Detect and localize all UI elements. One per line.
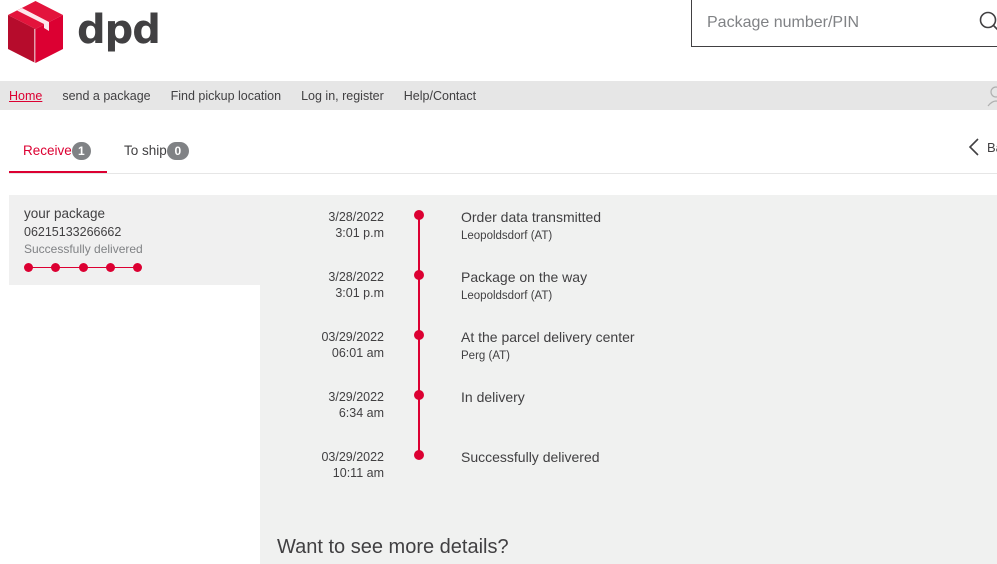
event-time: 3:01 p.m xyxy=(335,226,384,240)
package-number: 06215133266662 xyxy=(24,225,122,239)
timeline-dot xyxy=(414,330,424,340)
dpd-cube-logo-icon xyxy=(8,1,63,63)
package-summary-card[interactable]: your package 06215133266662 Successfully… xyxy=(9,195,260,285)
progress-step xyxy=(133,263,142,272)
event-location: Leopoldsdorf (AT) xyxy=(461,230,553,242)
timeline-dot xyxy=(414,450,424,460)
event-time: 06:01 am xyxy=(331,346,384,360)
event-title: Package on the way xyxy=(461,269,588,285)
progress-step xyxy=(106,263,115,272)
timeline-dot xyxy=(414,210,424,220)
progress-step xyxy=(24,263,33,272)
tab-to-ship[interactable]: To ship 0 xyxy=(107,132,189,173)
nav-help-contact[interactable]: Help/Contact xyxy=(404,89,476,103)
tab-receive-label: Receive xyxy=(23,143,72,158)
event-title: Successfully delivered xyxy=(461,449,600,465)
event-date: 03/29/2022 xyxy=(321,450,384,464)
chevron-left-icon xyxy=(968,138,979,156)
back-label: Ba xyxy=(987,139,997,155)
nav-home[interactable]: Home xyxy=(9,89,42,103)
event-date: 03/29/2022 xyxy=(321,330,384,344)
shipment-tabs: Receive 1 To ship 0 xyxy=(9,132,189,173)
package-progress xyxy=(24,263,144,273)
tracking-event: 3/28/2022 3:01 p.m Package on the way Leo… xyxy=(260,255,997,315)
tracking-event: 3/29/2022 6:34 am In delivery xyxy=(260,375,997,435)
event-title: At the parcel delivery center xyxy=(461,329,635,345)
event-datetime: 03/29/2022 10:11 am xyxy=(260,449,384,481)
package-search-input[interactable] xyxy=(707,11,957,35)
back-button[interactable]: Ba xyxy=(968,137,997,157)
event-time: 10:11 am xyxy=(332,466,384,480)
user-icon[interactable] xyxy=(987,85,997,107)
event-datetime: 3/29/2022 6:34 am xyxy=(260,389,384,421)
progress-step xyxy=(51,263,60,272)
dpd-logo-text: dpd xyxy=(77,7,161,53)
package-title: your package xyxy=(24,206,106,221)
progress-step xyxy=(79,263,88,272)
search-icon[interactable] xyxy=(979,11,997,31)
nav-login-register[interactable]: Log in, register xyxy=(301,89,384,103)
tracking-event: 03/29/2022 10:11 am Successfully delivere… xyxy=(260,435,997,495)
search-box xyxy=(691,0,997,47)
event-time: 3:01 p.m xyxy=(335,286,384,300)
nav-find-pickup-location[interactable]: Find pickup location xyxy=(171,89,281,103)
event-date: 3/28/2022 xyxy=(328,210,384,224)
tabs-divider xyxy=(9,173,997,174)
event-datetime: 03/29/2022 06:01 am xyxy=(260,329,384,361)
event-location: Leopoldsdorf (AT) xyxy=(461,290,553,302)
event-time: 6:34 am xyxy=(338,406,384,420)
package-status: Successfully delivered xyxy=(24,242,143,256)
event-title: Order data transmitted xyxy=(461,209,602,225)
event-location: Perg (AT) xyxy=(461,350,510,362)
timeline-dot xyxy=(414,270,424,280)
tracking-details-panel: 3/28/2022 3:01 p.m Order data transmitted… xyxy=(260,195,997,564)
nav-send-package[interactable]: send a package xyxy=(62,89,150,103)
receive-count-badge: 1 xyxy=(71,142,91,160)
more-details-heading: Want to see more details? xyxy=(277,536,509,558)
event-datetime: 3/28/2022 3:01 p.m xyxy=(260,209,384,241)
event-title: In delivery xyxy=(461,389,525,405)
tab-receive[interactable]: Receive 1 xyxy=(9,132,107,173)
dpd-logo[interactable]: dpd xyxy=(8,0,168,64)
tracking-event: 03/29/2022 06:01 am At the parcel deliver… xyxy=(260,315,997,375)
event-date: 3/28/2022 xyxy=(328,270,384,284)
timeline-dot xyxy=(414,390,424,400)
event-date: 3/29/2022 xyxy=(328,390,384,404)
to-ship-count-badge: 0 xyxy=(166,142,189,160)
tab-to-ship-label: To ship xyxy=(124,143,167,158)
main-navigation: Home send a package Find pickup location… xyxy=(0,81,997,110)
event-datetime: 3/28/2022 3:01 p.m xyxy=(260,269,384,301)
tracking-event: 3/28/2022 3:01 p.m Order data transmitted… xyxy=(260,195,997,255)
